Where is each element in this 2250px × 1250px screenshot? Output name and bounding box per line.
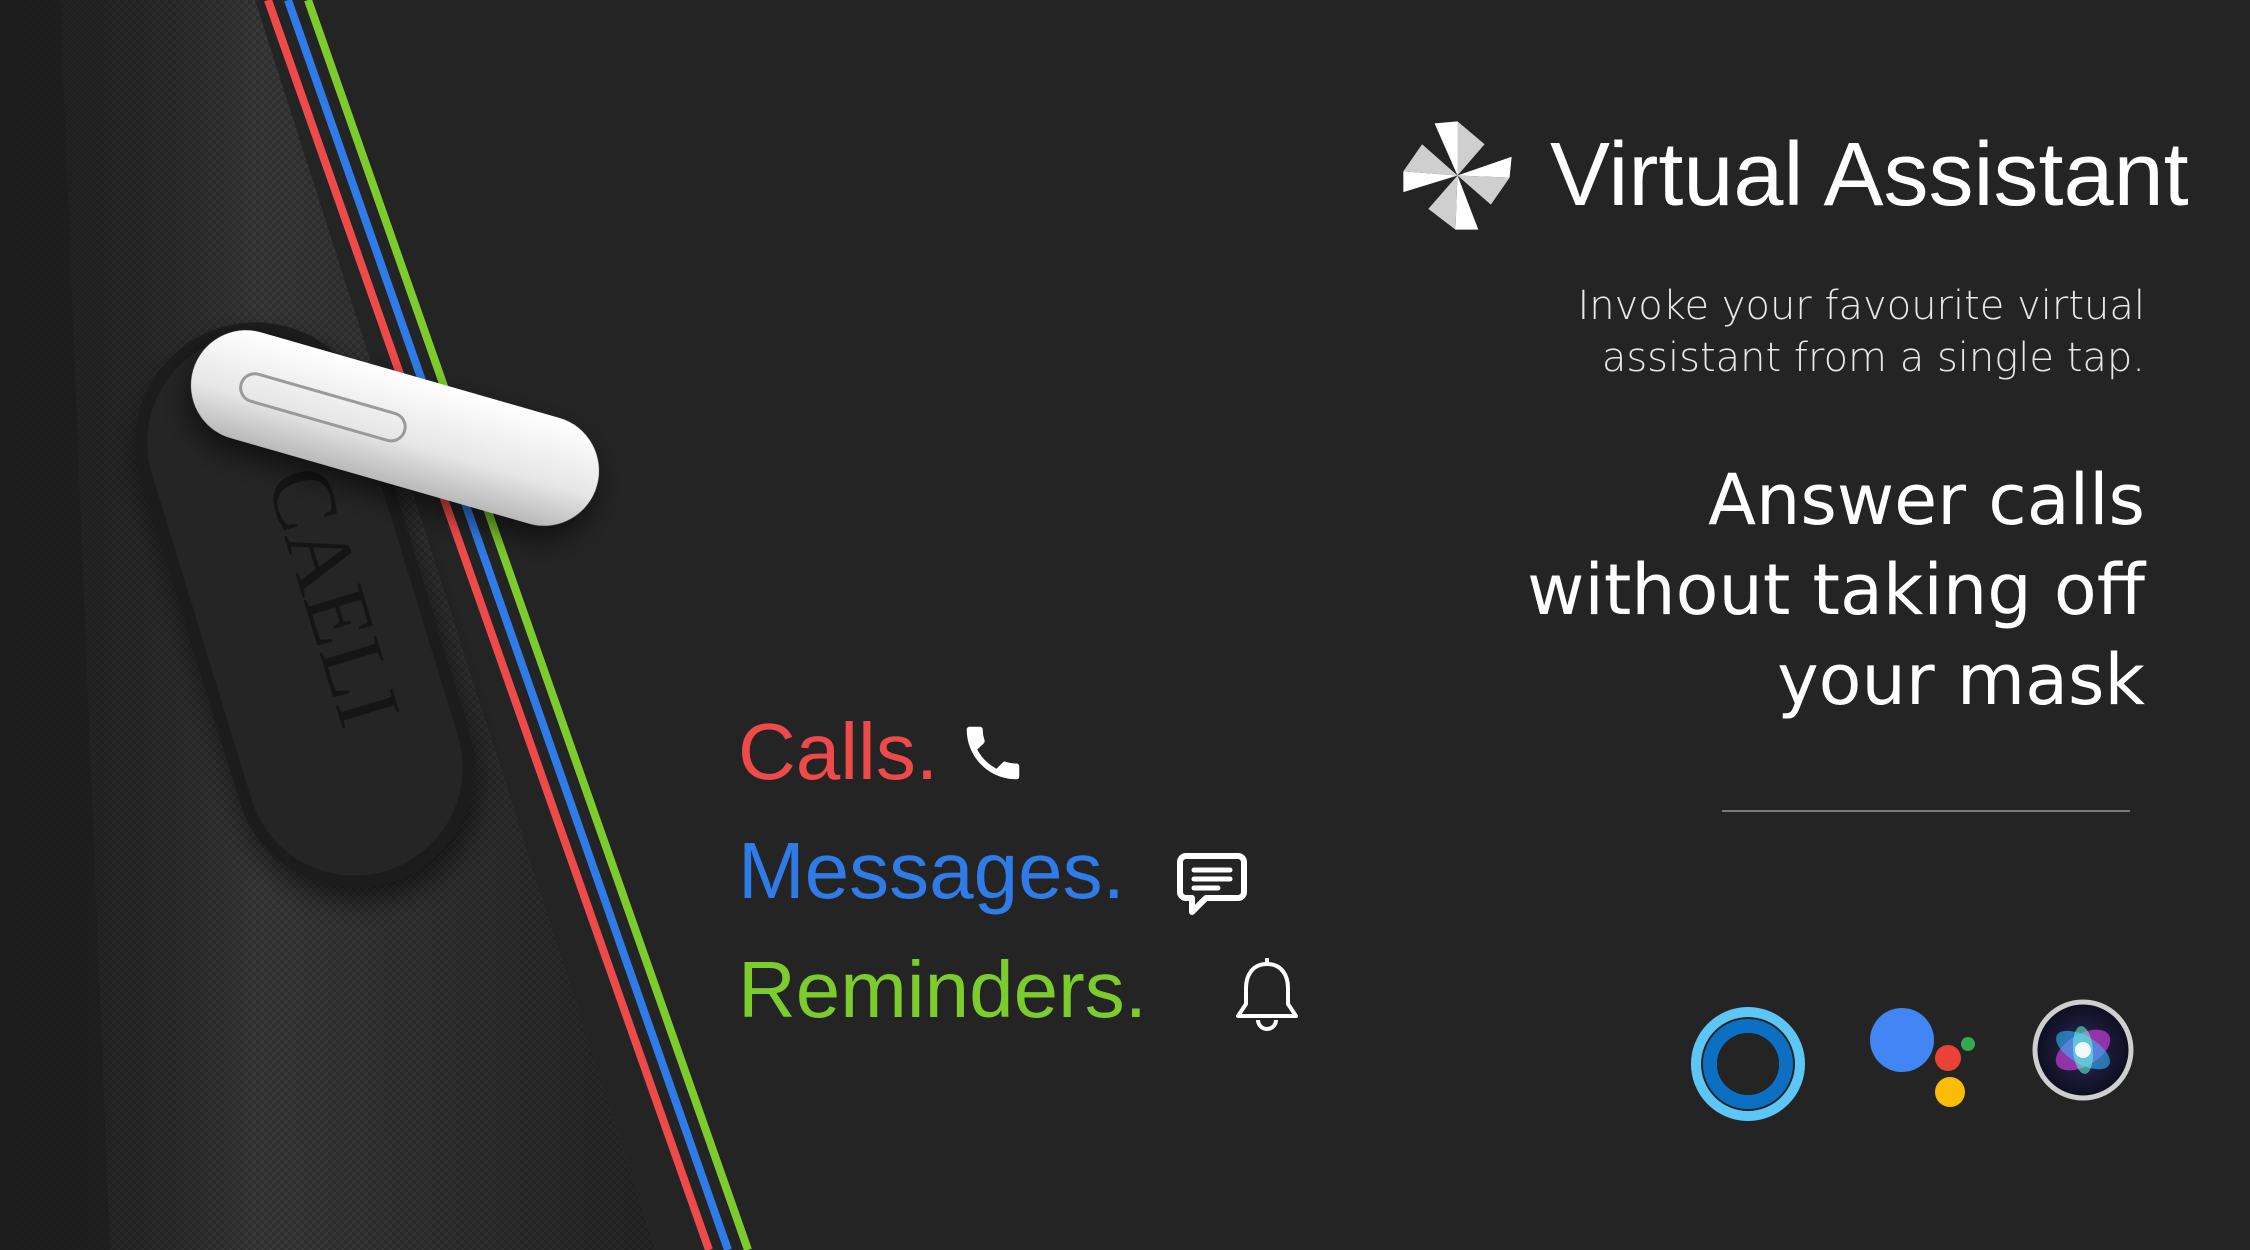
siri-icon[interactable]: [2031, 998, 2135, 1102]
divider: [1722, 810, 2130, 812]
feature-reminders: Reminders.: [738, 945, 1148, 1034]
feature-messages: Messages.: [738, 826, 1125, 915]
google-assistant-icon[interactable]: [1866, 1006, 1978, 1118]
subtitle: Invoke your favourite virtual assistant …: [1445, 280, 2145, 384]
phone-icon: [966, 726, 1020, 780]
subtitle-line: Invoke your favourite virtual: [1577, 283, 2145, 329]
subtitle-line: assistant from a single tap.: [1601, 335, 2145, 381]
headline-line: without taking off: [1527, 549, 2145, 631]
pinwheel-logo-icon: [1403, 120, 1512, 230]
cortana-icon[interactable]: [1690, 1006, 1806, 1122]
headline-line: your mask: [1777, 639, 2145, 721]
feature-calls: Calls.: [738, 707, 939, 796]
headline: Answer calls without taking off your mas…: [1345, 455, 2145, 725]
slide: CAELI Virtual Assistant Invoke your favo…: [0, 0, 2250, 1250]
bell-icon: [1236, 958, 1298, 1031]
header: Virtual Assistant: [1395, 110, 2189, 240]
page-title: Virtual Assistant: [1550, 125, 2189, 225]
message-icon: [1177, 853, 1247, 915]
headline-line: Answer calls: [1708, 459, 2145, 541]
